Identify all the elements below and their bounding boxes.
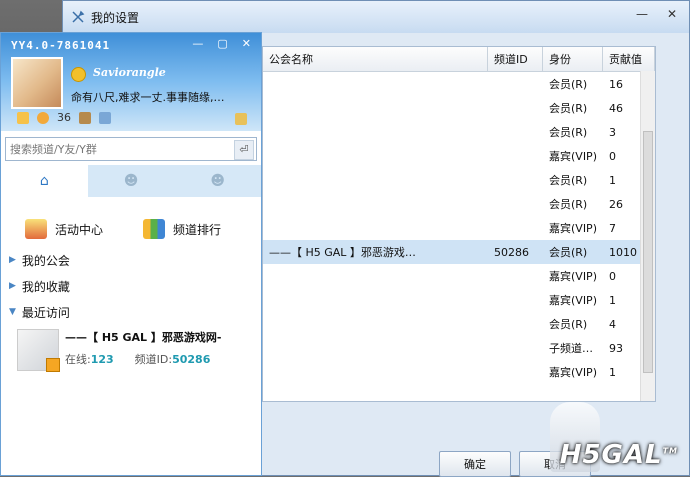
mail-icon[interactable] (99, 111, 111, 124)
search-input[interactable]: 搜索频道/Y友/Y群 ⏎ (5, 137, 257, 161)
table-header: 公会名称 频道ID 身份 贡献值 (263, 47, 655, 72)
collapse-arrow-icon: ▼ (9, 307, 16, 317)
scroll-thumb[interactable] (643, 131, 653, 373)
col-role[interactable]: 身份 (543, 47, 603, 71)
watermark-text: H5GAL (559, 440, 663, 470)
online-status-icon[interactable] (71, 67, 86, 82)
col-guild-name[interactable]: 公会名称 (263, 47, 488, 71)
cell-role: 嘉宾(VIP) (549, 222, 597, 235)
activity-center-link[interactable]: 活动中心 (25, 211, 103, 247)
cell-role: 会员(R) (549, 318, 588, 331)
cell-channel-id: 50286 (494, 245, 529, 259)
cell-role: 嘉宾(VIP) (549, 294, 597, 307)
ranking-icon (143, 219, 166, 239)
level-value: 36 (57, 111, 71, 124)
channel-tree: ▶ 我的公会 ▶ 我的收藏 ▼ 最近访问 (1, 247, 261, 325)
profile-icons-row: 36 (17, 111, 111, 124)
expand-arrow-icon: ▶ (9, 255, 16, 265)
cell-role: 会员(R) (549, 78, 588, 91)
activity-label: 活动中心 (55, 222, 104, 237)
table-row[interactable]: 子频道… 93 (263, 336, 655, 360)
level-icon[interactable] (37, 111, 49, 124)
expand-arrow-icon: ▶ (9, 281, 16, 291)
cell-role: 会员(R) (549, 126, 588, 139)
watermark-tm: TM (662, 446, 678, 456)
table-row[interactable]: ——【 H5 GAL 】邪恶游戏… 50286 会员(R) 1010 (263, 240, 655, 264)
channel-thumbnail (17, 329, 60, 372)
minimize-button[interactable]: — (635, 7, 649, 21)
table-row[interactable]: 会员(R) 46 (263, 96, 655, 120)
close-button[interactable]: ✕ (665, 7, 679, 21)
signature[interactable]: 命有八尺,难求一丈.事事随缘,… (71, 89, 225, 105)
settings-title: 我的设置 (91, 10, 140, 25)
skin-icon[interactable] (235, 113, 247, 125)
table-row[interactable]: 嘉宾(VIP) 7 (263, 216, 655, 240)
table-row[interactable]: 会员(R) 4 (263, 312, 655, 336)
tab-contact-icon[interactable]: ☻ (88, 165, 175, 197)
cell-role: 嘉宾(VIP) (549, 366, 597, 379)
vip-icon[interactable] (17, 111, 29, 124)
cell-role: 子频道… (549, 342, 593, 355)
guild-table: 公会名称 频道ID 身份 贡献值 会员(R) 16 会员(R) 46 会员(R) 3 嘉宾(… (262, 46, 656, 402)
col-contribution[interactable]: 贡献值 (603, 47, 655, 71)
tab-group-icon[interactable]: ☻ (174, 165, 261, 197)
quick-links: 活动中心 频道排行 (1, 197, 261, 247)
ranking-label: 频道排行 (173, 222, 222, 237)
tree-label: 最近访问 (21, 305, 70, 320)
yy-version-title: YY4.0-7861041 (11, 39, 111, 52)
profile-header: YY4.0-7861041 — ▢ ✕ Saviorangle 命有八尺,难求一… (1, 33, 261, 131)
activity-icon (25, 219, 47, 239)
cell-role: 嘉宾(VIP) (549, 270, 597, 283)
table-row[interactable]: 嘉宾(VIP) 1 (263, 288, 655, 312)
table-row[interactable]: 嘉宾(VIP) 0 (263, 144, 655, 168)
h5gal-watermark-logo: H5GALTM (560, 440, 678, 470)
cell-role: 会员(R) (549, 198, 588, 211)
settings-titlebar: 我的设置 (63, 1, 689, 33)
tools-icon (72, 10, 85, 23)
channel-id-value: 50286 (172, 353, 211, 366)
cell-role: 会员(R) (549, 102, 588, 115)
recent-channel-title: ——【 H5 GAL 】邪恶游戏网- (65, 331, 222, 344)
cell-role: 会员(R) (549, 174, 588, 187)
cell-role: 嘉宾(VIP) (549, 150, 597, 163)
table-row[interactable]: 嘉宾(VIP) 1 (263, 360, 655, 384)
tree-item-recent[interactable]: ▼ 最近访问 (9, 299, 261, 325)
table-row[interactable]: 会员(R) 1 (263, 168, 655, 192)
tree-item-guild[interactable]: ▶ 我的公会 (9, 247, 261, 273)
tree-label: 我的收藏 (21, 279, 70, 294)
channel-id-label: 频道ID: (134, 353, 173, 366)
channel-ranking-link[interactable]: 频道排行 (143, 211, 221, 247)
table-row[interactable]: 会员(R) 16 (263, 72, 655, 96)
yy-main-panel: YY4.0-7861041 — ▢ ✕ Saviorangle 命有八尺,难求一… (0, 32, 262, 476)
search-go-icon[interactable]: ⏎ (234, 140, 254, 160)
table-row[interactable]: 会员(R) 26 (263, 192, 655, 216)
online-count: 123 (90, 353, 114, 366)
yy-maximize-button[interactable]: ▢ (217, 37, 227, 50)
table-row[interactable]: 嘉宾(VIP) 0 (263, 264, 655, 288)
tree-label: 我的公会 (21, 253, 70, 268)
cell-role: 会员(R) (549, 246, 588, 259)
avatar[interactable] (11, 57, 63, 109)
search-placeholder: 搜索频道/Y友/Y群 (10, 143, 97, 156)
cell-guild-name: ——【 H5 GAL 】邪恶游戏… (269, 246, 416, 259)
nickname: Saviorangle (93, 66, 166, 79)
online-label: 在线: (65, 353, 91, 366)
shop-icon[interactable] (79, 111, 91, 124)
tab-home-icon[interactable]: ⌂ (1, 165, 88, 197)
col-channel-id[interactable]: 频道ID (488, 47, 543, 71)
table-row[interactable]: 会员(R) 3 (263, 120, 655, 144)
yy-close-button[interactable]: ✕ (242, 37, 251, 50)
ok-button[interactable]: 确定 (439, 451, 511, 477)
tree-item-favorites[interactable]: ▶ 我的收藏 (9, 273, 261, 299)
channel-badge-icon (46, 358, 60, 372)
recent-channel-item[interactable]: ——【 H5 GAL 】邪恶游戏网- 在线:123 频道ID:50286 (1, 325, 261, 372)
main-tabs: ⌂ ☻ ☻ (1, 165, 261, 197)
table-body: 会员(R) 16 会员(R) 46 会员(R) 3 嘉宾(VIP) 0 会员(R) 1 会员(R) 2… (263, 72, 655, 384)
yy-minimize-button[interactable]: — (192, 37, 203, 50)
table-scrollbar[interactable] (640, 71, 655, 401)
